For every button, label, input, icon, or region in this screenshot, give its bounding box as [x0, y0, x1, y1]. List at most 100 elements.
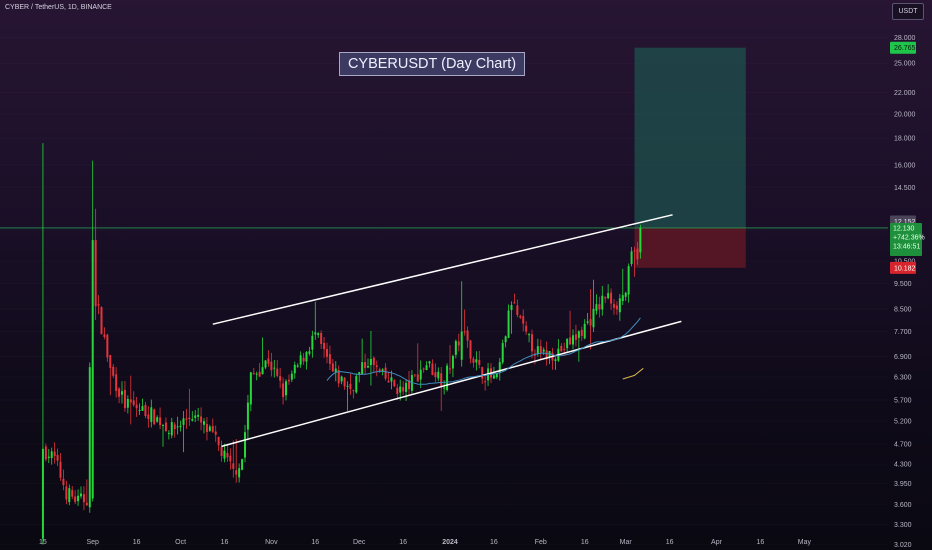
price-tick: 4.300 [894, 462, 912, 469]
candle-body [454, 341, 457, 355]
candle-body [484, 381, 487, 383]
chart-title: CYBERUSDT (Day Chart) [339, 52, 525, 76]
candle-body [88, 367, 91, 508]
candle-body [97, 304, 100, 306]
candle-body [352, 390, 355, 392]
candle-body [235, 470, 238, 475]
candle-body [176, 426, 179, 428]
price-tick: 3.020 [894, 542, 912, 549]
candle-body [94, 240, 97, 307]
candle-body [419, 369, 422, 380]
stop-price-label: 10.182 [894, 265, 916, 272]
candle-body [405, 382, 408, 392]
price-tick: 6.900 [894, 354, 912, 361]
candle-body [220, 446, 223, 456]
change-percent-label: +742.36% [893, 234, 925, 241]
candle-body [293, 364, 296, 374]
candle-body [615, 305, 618, 310]
price-tick: 28.000 [894, 35, 916, 42]
candle-body [472, 358, 475, 363]
time-tick: Mar [620, 539, 633, 546]
candle-body [589, 319, 592, 326]
candle-body [308, 351, 311, 354]
candle-body [314, 332, 317, 335]
chart-window[interactable]: 28.000 25.000 22.000 20.000 18.000 16.000 14.5… [0, 0, 932, 550]
price-chart[interactable]: 28.000 25.000 22.000 20.000 18.000 16.000 14.5… [0, 0, 932, 550]
price-tick: 6.300 [894, 375, 912, 382]
candle-body [367, 366, 369, 368]
candle-body [572, 335, 574, 345]
candle-body [132, 400, 135, 406]
price-tick: 9.500 [894, 281, 912, 288]
candle-body [267, 358, 270, 364]
currency-label[interactable]: USDT [892, 3, 924, 20]
candle-body [633, 250, 636, 252]
candle-body [399, 386, 402, 393]
candle-body [208, 426, 211, 431]
candles [41, 143, 642, 545]
time-tick: 16 [311, 539, 319, 546]
price-tick: 5.200 [894, 418, 912, 425]
candle-body [463, 331, 466, 333]
candle-body [613, 304, 615, 308]
time-tick: Apr [711, 539, 723, 546]
candle-body [531, 334, 533, 352]
candle-body [296, 365, 299, 367]
candle-body [522, 316, 525, 324]
candle-body [44, 446, 47, 460]
candle-body [123, 389, 126, 409]
price-tick: 18.000 [894, 136, 916, 143]
candle-body [331, 363, 334, 372]
candle-body [223, 450, 226, 459]
candle-body [425, 365, 428, 371]
time-tick: Dec [353, 539, 366, 546]
candle-body [179, 425, 182, 427]
candle-body [390, 377, 393, 382]
channel-upper-line [212, 214, 673, 325]
candle-body [164, 422, 167, 432]
price-tick: 22.000 [894, 90, 916, 97]
candle-body [516, 305, 519, 316]
candle-body [109, 355, 112, 368]
candle-body [621, 295, 624, 301]
candle-body [369, 358, 372, 366]
candle-body [595, 304, 598, 311]
time-tick: 16 [757, 539, 765, 546]
candle-body [170, 422, 173, 436]
candle-body [340, 376, 343, 382]
candle-body [50, 451, 53, 459]
candle-body [355, 376, 358, 393]
symbol-header: CYBER / TetherUS, 1D, BINANCE [5, 4, 112, 11]
candle-body [492, 375, 495, 379]
target-price-label: 26.765 [894, 45, 916, 52]
candle-body [437, 371, 440, 379]
candle-body [566, 338, 569, 349]
candle-body [507, 310, 510, 338]
candle-body [326, 349, 328, 357]
candle-body [205, 423, 208, 433]
candle-body [457, 341, 460, 346]
candle-body [126, 398, 129, 408]
price-tick: 14.500 [894, 185, 916, 192]
candle-body [47, 456, 50, 459]
candle-body [191, 419, 194, 421]
candle-body [627, 266, 630, 295]
candle-body [194, 415, 197, 418]
candle-body [469, 340, 472, 359]
candle-body [323, 342, 326, 350]
candle-body [504, 336, 507, 343]
candle-body [290, 373, 293, 380]
candle-body [311, 335, 314, 350]
candle-body [121, 391, 123, 395]
candle-body [577, 331, 580, 338]
candle-body [536, 346, 539, 354]
time-tick: Nov [265, 539, 278, 546]
candle-body [539, 346, 542, 353]
candle-body [372, 357, 375, 365]
candle-body [501, 343, 504, 363]
candle-body [346, 385, 349, 387]
candle-body [246, 402, 249, 430]
price-tick: 20.000 [894, 112, 916, 119]
price-tick: 4.700 [894, 441, 912, 448]
price-tick: 3.950 [894, 481, 912, 488]
